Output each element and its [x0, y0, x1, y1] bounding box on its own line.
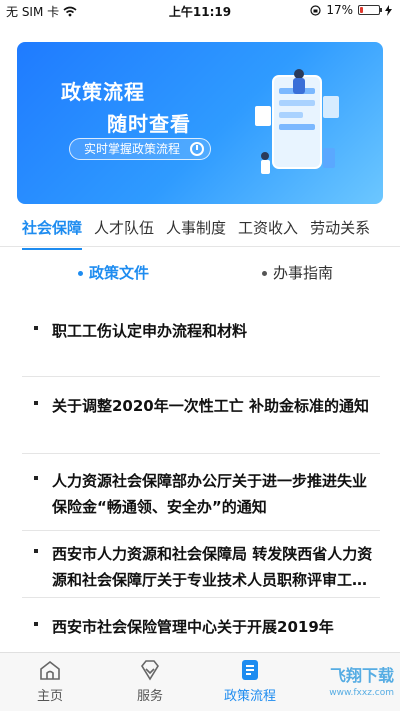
article-title: 西安市人力资源和社会保障局 转发陕西省人力资源和社会保障厅关于专业技术人员职称评…	[52, 545, 373, 589]
article-title: 关于调整2020年一次性工亡 补助金标准的通知	[52, 397, 369, 415]
list-item[interactable]: 西安市人力资源和社会保障局 转发陕西省人力资源和社会保障厅关于专业技术人员职称评…	[22, 531, 380, 597]
watermark-logo: 飞翔下载 www.fxxz.com	[320, 660, 400, 710]
list-item[interactable]: 西安市社会保险管理中心关于开展2019年	[22, 598, 380, 638]
nav-service[interactable]: 服务	[110, 659, 190, 704]
tab-personnel-system[interactable]: 人事制度	[166, 214, 226, 246]
nav-home-label: 主页	[36, 689, 63, 704]
tab-wages[interactable]: 工资收入	[238, 214, 298, 246]
tab-labor-relations[interactable]: 劳动关系	[310, 214, 370, 246]
document-icon	[242, 660, 258, 680]
nav-policy[interactable]: 政策流程	[210, 659, 290, 704]
battery-percent: 17%	[326, 3, 353, 17]
bullet-icon	[34, 476, 38, 480]
policy-banner[interactable]: 政策流程 随时查看 实时掌握政策流程	[17, 42, 383, 204]
banner-pill: 实时掌握政策流程	[69, 138, 212, 160]
article-list: 职工工伤认定申办流程和材料 关于调整2020年一次性工亡 补助金标准的通知 人力…	[22, 318, 380, 638]
diamond-icon	[141, 660, 159, 681]
subtab-policy-docs-label: 政策文件	[89, 264, 150, 282]
status-bar: 无 SIM 卡 上午11:19 17%	[0, 0, 400, 22]
subtab-policy-docs[interactable]: 政策文件	[78, 262, 149, 283]
bullet-icon	[34, 549, 38, 553]
orientation-lock-icon	[310, 4, 321, 16]
subtab-guide[interactable]: 办事指南	[262, 262, 333, 283]
banner-title-line2: 随时查看	[107, 112, 191, 136]
phone-illustration-icon	[255, 69, 339, 174]
nav-policy-label: 政策流程	[223, 689, 276, 704]
watermark-brand: 飞翔下载	[329, 666, 394, 685]
status-right: 17%	[310, 3, 392, 17]
dot-icon	[78, 271, 83, 276]
article-title: 西安市社会保险管理中心关于开展2019年	[52, 618, 334, 636]
watermark-url: www.fxxz.com	[329, 688, 394, 698]
subtab-guide-label: 办事指南	[273, 264, 334, 282]
home-icon	[40, 660, 60, 680]
article-title: 人力资源社会保障部办公厅关于进一步推进失业保险金“畅通领、安全办”的通知	[52, 472, 368, 516]
tab-social-security[interactable]: 社会保障	[22, 214, 83, 250]
nav-home[interactable]: 主页	[10, 659, 90, 704]
dot-icon	[262, 271, 267, 276]
bullet-icon	[34, 622, 38, 626]
list-item[interactable]: 职工工伤认定申办流程和材料	[22, 318, 380, 376]
article-title: 职工工伤认定申办流程和材料	[52, 322, 248, 340]
sub-tabs: 政策文件 办事指南	[0, 262, 400, 286]
bullet-icon	[34, 401, 38, 405]
nav-service-label: 服务	[136, 689, 163, 704]
banner-title-line1: 政策流程	[61, 80, 145, 104]
tab-talent[interactable]: 人才队伍	[94, 214, 154, 246]
bullet-icon	[34, 326, 38, 330]
list-item[interactable]: 关于调整2020年一次性工亡 补助金标准的通知	[22, 377, 380, 453]
tabs-divider	[0, 246, 400, 247]
charging-icon	[385, 4, 392, 16]
category-tabs: 社会保障 人才队伍 人事制度 工资收入 劳动关系	[0, 214, 400, 250]
list-item[interactable]: 人力资源社会保障部办公厅关于进一步推进失业保险金“畅通领、安全办”的通知	[22, 454, 380, 530]
battery-icon	[358, 5, 382, 15]
banner-pill-text: 实时掌握政策流程	[84, 142, 181, 156]
clock-icon	[190, 142, 205, 156]
